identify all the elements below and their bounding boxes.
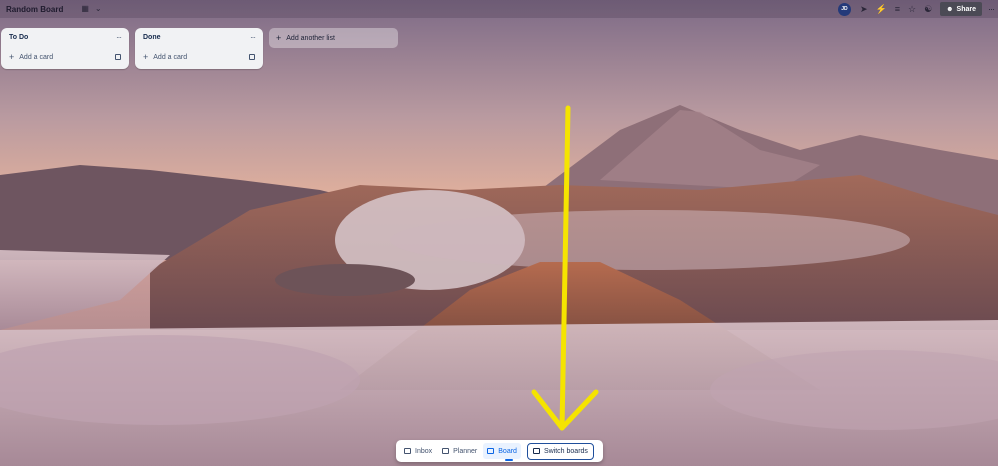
lightning-icon[interactable]: ⚡ bbox=[876, 4, 887, 14]
team-icon[interactable]: ☯ bbox=[924, 4, 932, 14]
list-title[interactable]: To Do bbox=[9, 34, 121, 41]
plus-icon: + bbox=[276, 32, 282, 43]
inbox-icon bbox=[404, 448, 411, 454]
list-todo: To Do ··· + Add a card bbox=[1, 28, 129, 69]
switch-boards-icon bbox=[532, 448, 540, 454]
filter-icon[interactable]: ≡ bbox=[895, 4, 900, 14]
board-header: Random Board ▦ ⌄ JD ➤ ⚡ ≡ ☆ ☯ ☻ Share ··… bbox=[0, 0, 998, 18]
add-person-icon: ☻ bbox=[946, 5, 954, 13]
create-from-template-icon[interactable] bbox=[115, 54, 121, 60]
share-label: Share bbox=[956, 5, 976, 13]
rocket-icon[interactable]: ➤ bbox=[860, 4, 868, 14]
add-card-button[interactable]: + Add a card bbox=[9, 53, 53, 62]
calendar-icon bbox=[442, 448, 450, 454]
list-done: Done ··· + Add a card bbox=[135, 28, 263, 69]
planner-label: Planner bbox=[453, 447, 478, 455]
switch-boards-button[interactable]: Switch boards bbox=[526, 442, 594, 460]
list-menu-icon[interactable]: ··· bbox=[250, 33, 256, 42]
list-menu-icon[interactable]: ··· bbox=[116, 33, 122, 42]
board-background bbox=[0, 0, 998, 466]
plus-icon: + bbox=[9, 52, 15, 62]
plus-icon: + bbox=[143, 52, 149, 62]
volcano-landscape-image bbox=[0, 0, 998, 466]
planner-button[interactable]: Planner bbox=[438, 443, 481, 459]
add-list-label: Add another list bbox=[286, 34, 335, 42]
board-title[interactable]: Random Board bbox=[6, 5, 63, 14]
add-list-button[interactable]: + Add another list bbox=[269, 28, 398, 48]
list-title[interactable]: Done bbox=[143, 34, 255, 41]
board-view-icon[interactable]: ▦ bbox=[81, 5, 89, 13]
add-card-button[interactable]: + Add a card bbox=[143, 53, 187, 62]
inbox-label: Inbox bbox=[415, 447, 433, 455]
add-card-label: Add a card bbox=[153, 54, 188, 61]
header-actions: JD ➤ ⚡ ≡ ☆ ☯ ☻ Share ··· bbox=[837, 0, 995, 18]
inbox-button[interactable]: Inbox bbox=[400, 443, 436, 459]
share-button[interactable]: ☻ Share bbox=[940, 2, 982, 16]
board-icon bbox=[487, 448, 495, 454]
switch-boards-label: Switch boards bbox=[543, 447, 588, 455]
avatar[interactable]: JD bbox=[837, 2, 851, 16]
create-from-template-icon[interactable] bbox=[249, 54, 255, 60]
view-switcher: Inbox Planner Board Switch boards bbox=[396, 440, 603, 462]
chevron-down-icon[interactable]: ⌄ bbox=[95, 5, 102, 13]
board-label: Board bbox=[498, 447, 517, 455]
more-icon[interactable]: ··· bbox=[988, 4, 995, 14]
star-icon[interactable]: ☆ bbox=[908, 4, 916, 14]
board-button[interactable]: Board bbox=[483, 443, 521, 461]
add-card-label: Add a card bbox=[19, 54, 54, 61]
